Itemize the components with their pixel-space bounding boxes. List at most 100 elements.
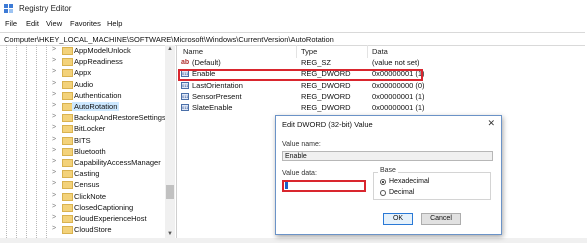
folder-icon <box>62 192 73 201</box>
horizontal-scrollbar[interactable] <box>0 238 587 243</box>
value-data: (value not set) <box>372 58 420 67</box>
value-row[interactable]: ab (Default) REG_SZ (value not set) <box>181 58 581 69</box>
scroll-thumb[interactable] <box>166 185 174 199</box>
chevron-right-icon[interactable]: > <box>52 102 56 109</box>
value-data-input[interactable] <box>282 180 366 192</box>
tree-item-label: CapabilityAccessManager <box>74 158 161 167</box>
chevron-right-icon[interactable]: > <box>52 124 56 131</box>
tree-item-label: Audio <box>74 79 94 89</box>
tree-item[interactable]: > BITS <box>52 136 172 146</box>
chevron-right-icon[interactable]: > <box>52 80 56 87</box>
tree-vertical-scrollbar[interactable]: ▲ ▼ <box>165 45 175 238</box>
tree-item-label: Casting <box>74 169 100 179</box>
tree-item-label: AppModelUnlock <box>74 46 131 55</box>
chevron-right-icon[interactable]: > <box>52 113 56 120</box>
chevron-right-icon[interactable]: > <box>52 91 56 98</box>
dword-value-icon: 011 <box>181 81 189 89</box>
tree-item-label: Authentication <box>74 90 122 100</box>
folder-icon <box>62 136 73 145</box>
value-name: SlateEnable <box>192 103 233 113</box>
value-row[interactable]: 011 SlateEnable REG_DWORD 0x00000001 (1) <box>181 103 581 114</box>
text-selection-caret <box>285 182 288 189</box>
chevron-right-icon[interactable]: > <box>52 57 56 64</box>
tree-item[interactable]: > CloudExperienceHost <box>52 214 172 224</box>
string-value-icon: ab <box>181 59 189 66</box>
chevron-right-icon[interactable]: > <box>52 68 56 75</box>
ok-button[interactable]: OK <box>383 213 413 225</box>
folder-icon <box>62 58 73 67</box>
tree-item[interactable]: > ClickNote <box>52 192 172 202</box>
value-type: REG_DWORD <box>301 80 351 90</box>
tree-item[interactable]: > Authentication <box>52 91 172 101</box>
value-data: 0x00000000 (0) <box>372 80 425 90</box>
column-header-name[interactable]: Name <box>183 47 203 58</box>
tree-item[interactable]: > BackupAndRestoreSettings <box>52 113 172 123</box>
base-label: Base <box>378 167 398 174</box>
column-divider[interactable] <box>296 45 297 58</box>
tree-item[interactable]: > Bluetooth <box>52 147 172 157</box>
chevron-right-icon[interactable]: > <box>52 203 56 210</box>
radio-hexadecimal-label[interactable]: Hexadecimal <box>389 178 429 185</box>
scroll-up-arrow-icon[interactable]: ▲ <box>167 46 173 52</box>
tree-item[interactable]: > AppModelUnlock <box>52 46 172 56</box>
tree-item[interactable]: > BitLocker <box>52 124 172 134</box>
tree-item[interactable]: > Audio <box>52 80 172 90</box>
scroll-down-arrow-icon[interactable]: ▼ <box>167 231 173 237</box>
folder-icon <box>62 181 73 190</box>
chevron-right-icon[interactable]: > <box>52 147 56 154</box>
folder-icon <box>62 91 73 100</box>
title-bar: Registry Editor <box>0 0 587 17</box>
address-bar[interactable]: Computer\HKEY_LOCAL_MACHINE\SOFTWARE\Mic… <box>0 32 585 46</box>
chevron-right-icon[interactable]: > <box>52 46 56 53</box>
menu-file[interactable]: File <box>5 19 17 28</box>
value-name: LastOrientation <box>192 80 243 90</box>
folder-icon <box>62 203 73 212</box>
column-divider[interactable] <box>367 45 368 58</box>
tree-guide-line <box>36 45 38 238</box>
menu-favorites[interactable]: Favorites <box>70 19 101 28</box>
value-type: REG_DWORD <box>301 91 351 101</box>
tree-item[interactable]: > Casting <box>52 169 172 179</box>
value-name-field: Enable <box>282 151 493 161</box>
column-header-data[interactable]: Data <box>372 47 388 58</box>
dword-value-icon: 011 <box>181 104 189 112</box>
tree-guide-line <box>6 45 8 238</box>
folder-icon <box>62 159 73 167</box>
radio-decimal-label[interactable]: Decimal <box>389 189 414 196</box>
tree-item-label: CloudExperienceHost <box>74 214 147 223</box>
close-icon[interactable]: ✕ <box>487 118 495 129</box>
chevron-right-icon[interactable]: > <box>52 225 56 232</box>
folder-icon <box>62 215 73 223</box>
tree-item[interactable]: > AutoRotation <box>52 102 172 112</box>
cancel-button[interactable]: Cancel <box>421 213 461 225</box>
radio-decimal[interactable] <box>380 190 386 196</box>
column-header-type[interactable]: Type <box>301 47 317 58</box>
chevron-right-icon[interactable]: > <box>52 158 56 165</box>
tree-item[interactable]: > CloudStore <box>52 225 172 235</box>
address-path[interactable]: Computer\HKEY_LOCAL_MACHINE\SOFTWARE\Mic… <box>4 35 334 44</box>
tree-guide-line <box>16 45 18 238</box>
value-name: SensorPresent <box>192 91 242 101</box>
menu-edit[interactable]: Edit <box>26 19 39 28</box>
tree-item[interactable]: > AppReadiness <box>52 57 172 67</box>
radio-hexadecimal[interactable] <box>380 179 386 185</box>
chevron-right-icon[interactable]: > <box>52 192 56 199</box>
tree-item-label: ClickNote <box>74 191 107 201</box>
value-row[interactable]: 011 LastOrientation REG_DWORD 0x00000000 (0… <box>181 81 581 92</box>
tree-item[interactable]: > Appx <box>52 68 172 78</box>
tree-item[interactable]: > ClosedCaptioning <box>52 203 172 213</box>
chevron-right-icon[interactable]: > <box>52 180 56 187</box>
registry-editor-icon <box>4 4 13 13</box>
menu-view[interactable]: View <box>46 19 62 28</box>
tree-item-label: Appx <box>74 68 92 78</box>
tree-item[interactable]: > CapabilityAccessManager <box>52 158 172 168</box>
tree-item-label: Census <box>74 180 100 190</box>
menu-help[interactable]: Help <box>107 19 122 28</box>
tree-item[interactable]: > Census <box>52 180 172 190</box>
menu-bar: File Edit View Favorites Help <box>0 18 587 30</box>
value-row[interactable]: 011 SensorPresent REG_DWORD 0x00000001 (1) <box>181 92 581 103</box>
chevron-right-icon[interactable]: > <box>52 169 56 176</box>
chevron-right-icon[interactable]: > <box>52 214 56 221</box>
value-name: (Default) <box>192 58 221 67</box>
chevron-right-icon[interactable]: > <box>52 136 56 143</box>
